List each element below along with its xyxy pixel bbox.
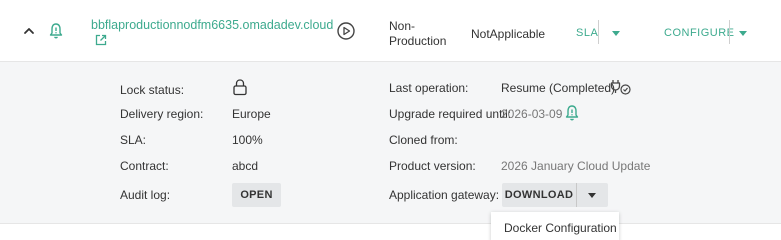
download-dropdown-menu: Docker Configuration <box>491 212 619 240</box>
chevron-up-icon[interactable] <box>22 24 36 38</box>
sla-button[interactable]: SLA <box>576 27 598 39</box>
configure-button[interactable]: CONFIGURE <box>664 27 735 39</box>
contract-label: Contract: <box>120 159 169 173</box>
environment-line-1: Non- <box>389 19 416 33</box>
lock-icon <box>233 79 247 96</box>
delivery-region-value: Europe <box>232 107 271 121</box>
bell-icon <box>49 23 63 39</box>
divider <box>576 183 577 207</box>
audit-log-label: Audit log: <box>120 188 171 202</box>
cloned-from-label: Cloned from: <box>389 133 458 147</box>
external-link-icon[interactable] <box>94 33 108 47</box>
lock-status-label: Lock status: <box>120 83 185 97</box>
sla-value: 100% <box>232 133 263 147</box>
sla-label: SLA: <box>120 133 147 147</box>
plug-check-icon <box>610 80 631 95</box>
sla-status: NotApplicable <box>471 27 546 41</box>
download-split-button: DOWNLOAD <box>502 183 608 207</box>
upgrade-required-label: Upgrade required until: <box>389 107 512 121</box>
audit-log-open-button[interactable]: OPEN <box>232 183 281 207</box>
configure-dropdown-chevron-down-icon[interactable] <box>739 31 747 36</box>
environment-line-2: Production <box>389 34 447 48</box>
sla-dropdown-chevron-down-icon[interactable] <box>612 31 620 36</box>
contract-value: abcd <box>232 159 259 173</box>
download-button[interactable]: DOWNLOAD <box>502 183 576 207</box>
product-version-value: 2026 January Cloud Update <box>501 159 651 173</box>
play-circle-icon[interactable] <box>336 21 356 41</box>
divider <box>729 20 730 44</box>
divider <box>598 20 599 44</box>
last-operation-value: Resume (Completed) <box>501 81 616 95</box>
delivery-region-label: Delivery region: <box>120 107 204 121</box>
environment-row: bbflaproductionnodfm6635.omadadev.cloud … <box>0 0 781 62</box>
bell-icon <box>565 105 579 121</box>
download-dropdown-chevron-down-icon[interactable] <box>588 193 596 198</box>
hostname-link[interactable]: bbflaproductionnodfm6635.omadadev.cloud <box>91 18 333 32</box>
application-gateway-label: Application gateway: <box>389 188 500 202</box>
product-version-label: Product version: <box>389 159 476 173</box>
last-operation-label: Last operation: <box>389 81 469 95</box>
upgrade-required-value: 2026-03-09 <box>501 107 563 121</box>
menu-item-docker-configuration[interactable]: Docker Configuration <box>504 221 617 235</box>
environment-type: Non- Production <box>389 19 459 49</box>
